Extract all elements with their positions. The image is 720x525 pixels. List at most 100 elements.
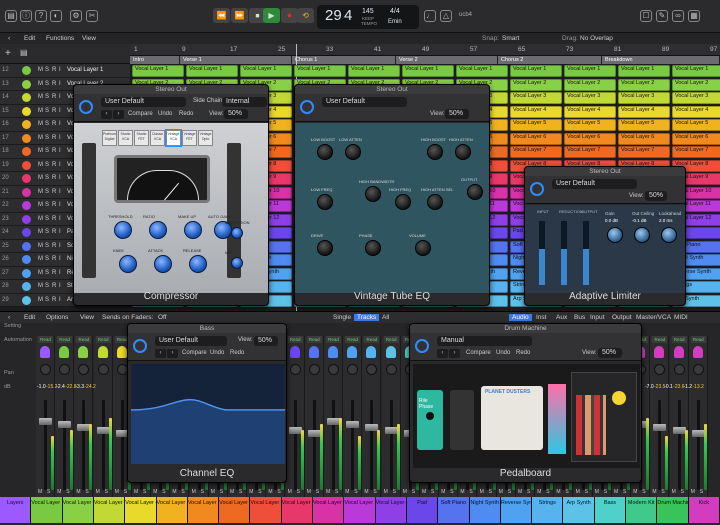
channel-strip[interactable]: Read MS	[36, 336, 55, 501]
pan-knob[interactable]	[97, 364, 109, 375]
track-s-button[interactable]: S	[45, 175, 49, 181]
track-r-button[interactable]: R	[52, 175, 56, 181]
solo-button[interactable]: S	[623, 489, 626, 495]
automation-read-button[interactable]: Read	[95, 336, 111, 343]
channel-strip[interactable]: Read MS	[55, 336, 75, 501]
automation-read-button[interactable]: Read	[287, 336, 303, 343]
channel-strip[interactable]: Read MS	[343, 336, 363, 501]
mute-button[interactable]: M	[384, 489, 388, 495]
redo-button[interactable]: Redo	[230, 350, 244, 356]
power-icon[interactable]	[79, 100, 93, 114]
audio-region[interactable]: Vocal Layer 1	[456, 65, 508, 77]
pedal-rile-phase[interactable]: Rile Phase	[417, 390, 443, 450]
vintage-eq-knob[interactable]	[415, 240, 431, 256]
track-r-button[interactable]: R	[52, 216, 56, 222]
channel-name-label[interactable]: Modern Kit	[626, 497, 658, 523]
filter-bus[interactable]: Bus	[574, 314, 585, 321]
track-r-button[interactable]: R	[52, 229, 56, 235]
fader-cap[interactable]	[288, 427, 302, 434]
pedal-volume[interactable]	[450, 390, 474, 450]
marker-track[interactable]: Intro Verse 1 Chorus 1 Verse 2 Chorus 2 Break…	[130, 56, 720, 64]
track-m-button[interactable]: M	[38, 189, 43, 195]
next-preset-icon[interactable]: ›	[113, 110, 124, 119]
power-icon[interactable]	[415, 339, 429, 353]
channel-strip[interactable]: Read MS	[650, 336, 670, 501]
pan-knob[interactable]	[328, 364, 339, 375]
redo-button[interactable]: Redo	[179, 111, 193, 117]
solo-button[interactable]: S	[297, 489, 300, 495]
track-m-button[interactable]: M	[38, 135, 43, 141]
mute-button[interactable]: M	[249, 489, 253, 495]
track-m-button[interactable]: M	[38, 243, 43, 249]
fader-cap[interactable]	[39, 418, 52, 425]
track-s-button[interactable]: S	[45, 229, 49, 235]
track-m-button[interactable]: M	[38, 283, 43, 289]
track-r-button[interactable]: R	[52, 148, 56, 154]
track-r-button[interactable]: R	[52, 81, 56, 87]
view-select[interactable]: 50%	[254, 336, 278, 346]
tab-single[interactable]: Single	[333, 314, 351, 321]
add-track-icon[interactable]: +	[5, 48, 11, 59]
mute-button[interactable]: M	[76, 489, 80, 495]
volume-fader[interactable]	[370, 400, 374, 490]
mute-button[interactable]: M	[441, 489, 445, 495]
solo-button[interactable]: S	[450, 489, 453, 495]
mute-button[interactable]: M	[38, 489, 42, 495]
mixer-edit-menu[interactable]: Edit	[24, 314, 35, 321]
solo-button[interactable]: S	[373, 489, 376, 495]
pan-knob[interactable]	[40, 364, 51, 375]
view-select[interactable]: 50%	[645, 191, 667, 201]
track-r-button[interactable]: R	[52, 202, 56, 208]
track-i-button[interactable]: I	[59, 121, 61, 127]
preset-select[interactable]: User Default	[552, 179, 637, 189]
compare-button[interactable]: Compare	[128, 111, 153, 117]
editors-icon[interactable]: ✂	[86, 10, 98, 22]
audio-region[interactable]: Vocal Layer 3	[672, 92, 720, 104]
track-s-button[interactable]: S	[45, 81, 49, 87]
filter-output[interactable]: Output	[612, 314, 632, 321]
solo-button[interactable]: S	[431, 489, 434, 495]
compressor-knob[interactable]	[114, 221, 132, 239]
input-gain-fader[interactable]	[82, 143, 96, 278]
eq-graph[interactable]	[130, 364, 285, 464]
volume-fader[interactable]	[120, 400, 124, 490]
vintage-eq-knob[interactable]	[455, 144, 471, 160]
track-s-button[interactable]: S	[45, 216, 49, 222]
solo-button[interactable]: S	[316, 489, 319, 495]
audio-region[interactable]: Vocal Layer 1	[402, 65, 454, 77]
track-s-button[interactable]: S	[45, 108, 49, 114]
smiley-pedal-icon[interactable]	[612, 391, 626, 405]
view-select[interactable]: 50%	[224, 109, 248, 119]
solo-button[interactable]: S	[258, 489, 261, 495]
solo-button[interactable]: S	[565, 489, 568, 495]
mute-button[interactable]: M	[211, 489, 215, 495]
track-s-button[interactable]: S	[45, 121, 49, 127]
track-i-button[interactable]: I	[59, 297, 61, 303]
lcd-display[interactable]: 29 4 145 KEEP TEMPO 4/4 Emin	[317, 5, 419, 29]
track-r-button[interactable]: R	[52, 189, 56, 195]
solo-button[interactable]: S	[85, 489, 88, 495]
fader-cap[interactable]	[346, 421, 360, 428]
next-preset-icon[interactable]: ›	[167, 349, 178, 358]
volume-fader[interactable]	[332, 400, 335, 490]
track-m-button[interactable]: M	[38, 121, 43, 127]
pan-knob[interactable]	[78, 364, 90, 375]
channel-name-label[interactable]: Vocal Layer 4	[125, 497, 157, 523]
compressor-knob[interactable]	[189, 255, 207, 273]
track-m-button[interactable]: M	[38, 67, 43, 73]
track-r-button[interactable]: R	[52, 67, 56, 73]
automation-read-button[interactable]: Read	[57, 336, 73, 343]
channel-name-label[interactable]: Vocal Layer 3	[93, 497, 126, 523]
channel-strip[interactable]: Read MS	[324, 336, 343, 501]
channel-name-label[interactable]: Vocal Layer 9	[281, 497, 314, 523]
mute-button[interactable]: M	[288, 489, 292, 495]
mute-button[interactable]: M	[403, 489, 407, 495]
channel-strip[interactable]: Read MS	[74, 336, 94, 501]
compressor-style-button[interactable]: Vintage FET	[182, 130, 197, 146]
track-r-button[interactable]: R	[52, 94, 56, 100]
channel-strip[interactable]: Read MS	[285, 336, 305, 501]
channel-name-label[interactable]: Vocal Layer 10	[313, 497, 345, 523]
audio-region[interactable]: Vocal Layer 6	[672, 132, 720, 145]
undo-button[interactable]: Undo	[496, 350, 510, 356]
preset-select[interactable]: User Default	[155, 336, 227, 346]
